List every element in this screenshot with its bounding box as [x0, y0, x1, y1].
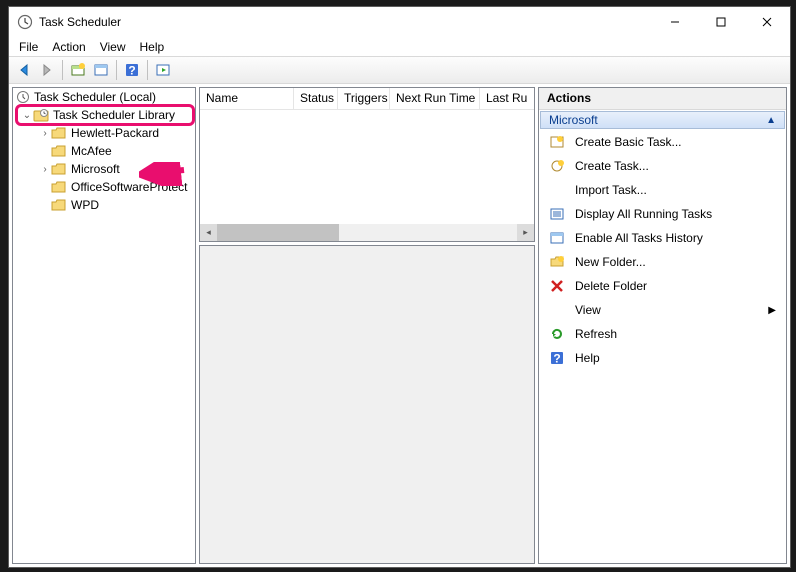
action-label: Help — [575, 351, 600, 365]
action-enable-history[interactable]: Enable All Tasks History — [539, 226, 786, 250]
task-scheduler-window: Task Scheduler File Action View Help ? T… — [8, 6, 791, 568]
actions-pane: Actions Microsoft ▲ Create Basic Task...… — [538, 87, 787, 564]
svg-text:?: ? — [553, 352, 560, 366]
action-label: Enable All Tasks History — [575, 231, 703, 245]
col-triggers[interactable]: Triggers — [338, 88, 390, 109]
folder-icon — [51, 144, 67, 158]
folder-icon — [51, 198, 67, 212]
action-display-running[interactable]: Display All Running Tasks — [539, 202, 786, 226]
tree-root[interactable]: Task Scheduler (Local) — [13, 88, 195, 106]
scroll-thumb[interactable] — [217, 224, 339, 241]
list-header: Name Status Triggers Next Run Time Last … — [200, 88, 534, 110]
menu-help[interactable]: Help — [140, 40, 165, 54]
chevron-down-icon[interactable]: ⌄ — [21, 110, 33, 121]
scroll-left-icon[interactable]: ◂ — [200, 224, 217, 241]
col-last-run[interactable]: Last Ru — [480, 88, 528, 109]
menu-action[interactable]: Action — [52, 40, 85, 54]
horizontal-scrollbar[interactable]: ◂ ▸ — [200, 224, 534, 241]
wizard-icon — [549, 134, 565, 150]
action-import-task[interactable]: Import Task... — [539, 178, 786, 202]
action-create-basic-task[interactable]: Create Basic Task... — [539, 130, 786, 154]
tree-library[interactable]: ⌄ Task Scheduler Library — [13, 106, 195, 124]
tree-pane[interactable]: Task Scheduler (Local) ⌄ Task Scheduler … — [12, 87, 196, 564]
history-icon — [549, 230, 565, 246]
menu-view[interactable]: View — [100, 40, 126, 54]
minimize-button[interactable] — [652, 7, 698, 37]
action-label: Create Task... — [575, 159, 649, 173]
action-label: Delete Folder — [575, 279, 647, 293]
app-icon — [17, 14, 33, 30]
actions-context-label: Microsoft — [549, 113, 598, 127]
tree-item-mcafee-label: McAfee — [71, 144, 112, 158]
new-task-icon[interactable] — [67, 59, 89, 81]
chevron-right-icon[interactable]: › — [39, 128, 51, 139]
help-icon: ? — [549, 350, 565, 366]
action-label: View — [575, 303, 601, 317]
maximize-button[interactable] — [698, 7, 744, 37]
back-button[interactable] — [13, 59, 35, 81]
scroll-right-icon[interactable]: ▸ — [517, 224, 534, 241]
help-icon[interactable]: ? — [121, 59, 143, 81]
run-icon[interactable] — [152, 59, 174, 81]
forward-button[interactable] — [36, 59, 58, 81]
tree-item-microsoft-label: Microsoft — [71, 162, 120, 176]
folder-icon — [51, 180, 67, 194]
tree-item-hp[interactable]: › Hewlett-Packard — [13, 124, 195, 142]
tree-item-wpd[interactable]: WPD — [13, 196, 195, 214]
center-column: Name Status Triggers Next Run Time Last … — [199, 87, 535, 564]
list-body[interactable] — [200, 110, 534, 224]
tree-library-label: Task Scheduler Library — [53, 108, 175, 122]
titlebar: Task Scheduler — [9, 7, 790, 37]
action-label: Import Task... — [575, 183, 647, 197]
action-create-task[interactable]: Create Task... — [539, 154, 786, 178]
action-label: Refresh — [575, 327, 617, 341]
action-label: Create Basic Task... — [575, 135, 682, 149]
action-help[interactable]: ? Help — [539, 346, 786, 370]
clock-icon — [15, 89, 31, 105]
folder-icon — [51, 126, 67, 140]
action-label: New Folder... — [575, 255, 646, 269]
tree-item-mcafee[interactable]: McAfee — [13, 142, 195, 160]
detail-pane[interactable] — [199, 245, 535, 564]
tree-item-wpd-label: WPD — [71, 198, 99, 212]
tree-item-osp[interactable]: OfficeSoftwareProtect — [13, 178, 195, 196]
action-delete-folder[interactable]: Delete Folder — [539, 274, 786, 298]
actions-context[interactable]: Microsoft ▲ — [540, 111, 785, 129]
submenu-arrow-icon: ▶ — [768, 305, 776, 316]
delete-icon — [549, 278, 565, 294]
chevron-right-icon[interactable]: › — [39, 164, 51, 175]
menubar: File Action View Help — [9, 37, 790, 56]
properties-icon[interactable] — [90, 59, 112, 81]
action-view[interactable]: View ▶ — [539, 298, 786, 322]
toolbar: ? — [9, 56, 790, 84]
blank-icon — [549, 182, 565, 198]
folder-icon — [51, 162, 67, 176]
tree-item-osp-label: OfficeSoftwareProtect — [71, 180, 188, 194]
close-button[interactable] — [744, 7, 790, 37]
window-title: Task Scheduler — [39, 15, 121, 29]
col-next-run[interactable]: Next Run Time — [390, 88, 480, 109]
action-new-folder[interactable]: New Folder... — [539, 250, 786, 274]
tree-root-label: Task Scheduler (Local) — [34, 90, 156, 104]
task-list-pane[interactable]: Name Status Triggers Next Run Time Last … — [199, 87, 535, 242]
svg-text:?: ? — [128, 64, 135, 78]
window-controls — [652, 7, 790, 37]
action-refresh[interactable]: Refresh — [539, 322, 786, 346]
col-status[interactable]: Status — [294, 88, 338, 109]
library-icon — [33, 108, 49, 122]
task-icon — [549, 158, 565, 174]
new-folder-icon — [549, 254, 565, 270]
tree-item-microsoft[interactable]: › Microsoft — [13, 160, 195, 178]
blank-icon — [549, 302, 565, 318]
menu-file[interactable]: File — [19, 40, 38, 54]
refresh-icon — [549, 326, 565, 342]
col-name[interactable]: Name — [200, 88, 294, 109]
tree-item-hp-label: Hewlett-Packard — [71, 126, 159, 140]
list-icon — [549, 206, 565, 222]
actions-header: Actions — [539, 88, 786, 110]
action-label: Display All Running Tasks — [575, 207, 712, 221]
collapse-icon[interactable]: ▲ — [766, 115, 776, 126]
